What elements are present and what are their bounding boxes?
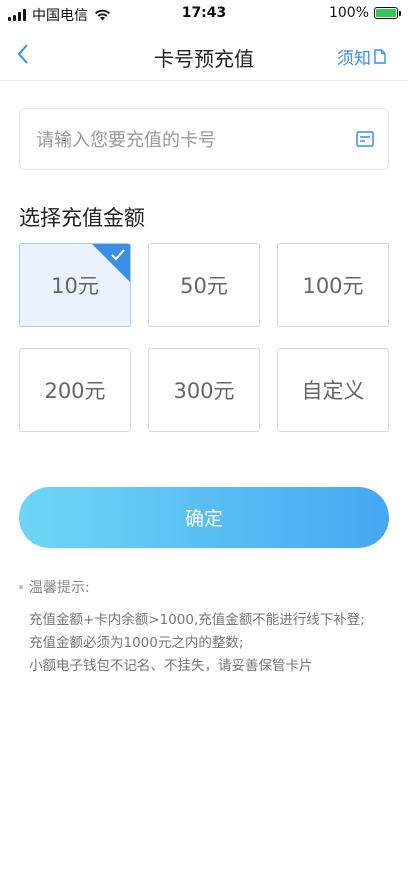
amount-option-300[interactable]: 300元 xyxy=(148,348,260,432)
amount-option-label: 200元 xyxy=(44,379,106,403)
amount-section-title: 选择充值金额 xyxy=(19,206,145,230)
status-bar: 中国电信 17:43 100% xyxy=(0,0,408,28)
amount-option-10[interactable]: 10元 xyxy=(19,243,131,327)
tip-line: 充值金额必须为1000元之内的整数; xyxy=(29,635,244,651)
card-icon[interactable] xyxy=(356,131,374,147)
tip-line: 小额电子钱包不记名、不挂失，请妥善保管卡片 xyxy=(29,658,313,674)
amount-option-label: 300元 xyxy=(173,379,235,403)
card-number-field xyxy=(19,108,389,171)
bullet-icon xyxy=(19,585,23,589)
amount-option-label: 自定义 xyxy=(301,379,365,403)
amount-option-200[interactable]: 200元 xyxy=(19,348,131,432)
amount-option-custom[interactable]: 自定义 xyxy=(277,348,389,432)
tips-title: 温馨提示: xyxy=(29,580,90,596)
document-icon xyxy=(374,49,386,64)
confirm-button[interactable]: 确定 xyxy=(19,487,389,548)
amount-option-label: 50元 xyxy=(180,274,228,298)
battery-icon xyxy=(374,7,401,19)
amount-option-100[interactable]: 100元 xyxy=(277,243,389,327)
battery-percent: 100% xyxy=(328,5,369,21)
tip-line: 充值金额+卡内余额>1000,充值金额不能进行线下补登; xyxy=(29,612,365,628)
card-number-input[interactable] xyxy=(34,109,348,171)
tips-list: 充值金额+卡内余额>1000,充值金额不能进行线下补登; 充值金额必须为1000… xyxy=(29,609,365,678)
notice-button[interactable]: 须知 xyxy=(337,44,386,69)
amount-option-label: 100元 xyxy=(302,274,364,298)
tips-header: 温馨提示: xyxy=(19,577,90,597)
nav-bar: 卡号预充值 须知 xyxy=(0,30,408,81)
amount-option-50[interactable]: 50元 xyxy=(148,243,260,327)
notice-label: 须知 xyxy=(337,49,371,69)
battery-fill xyxy=(376,9,396,17)
check-icon xyxy=(111,249,125,261)
status-right: 100% xyxy=(328,5,401,21)
recharge-page: 中国电信 17:43 100% 卡号预充值 须知 请输入您要充值的卡号 选择充值… xyxy=(0,0,408,883)
